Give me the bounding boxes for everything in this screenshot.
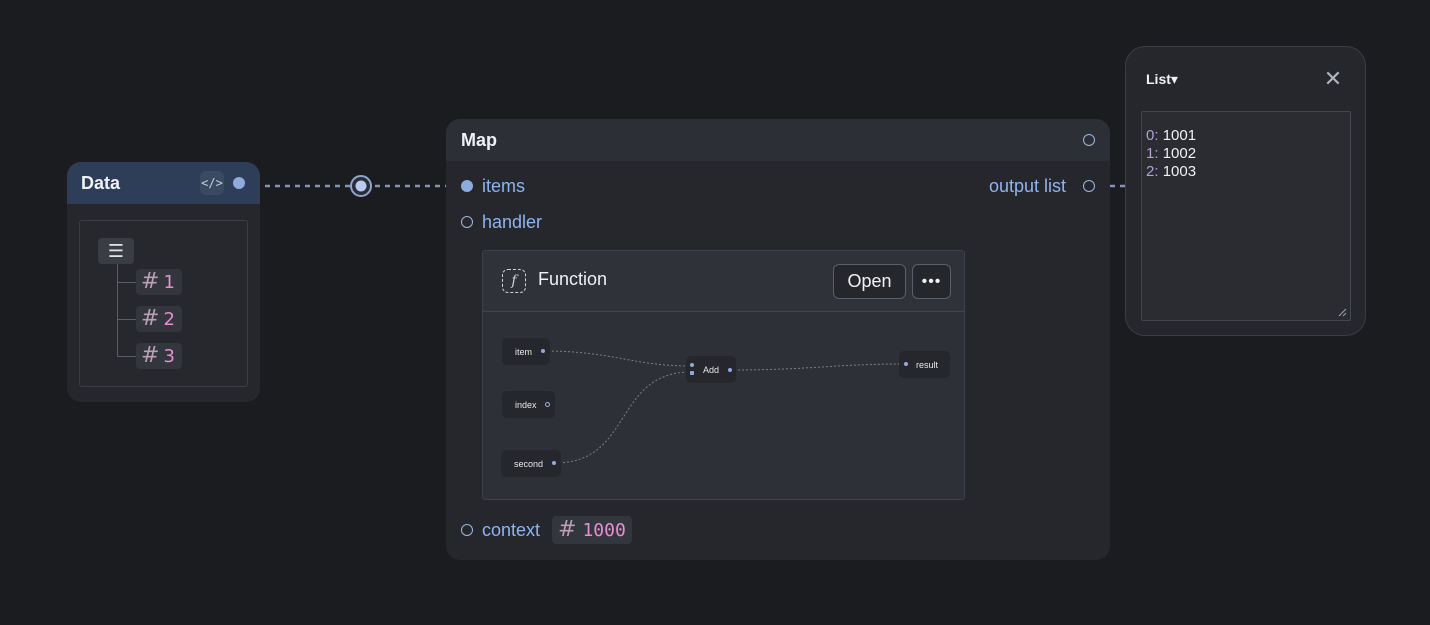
- data-node-header[interactable]: Data </>: [67, 162, 260, 204]
- hash-icon: #: [558, 517, 577, 542]
- function-icon: f: [502, 269, 526, 293]
- output-list-label: output list: [989, 176, 1067, 196]
- number-item[interactable]: # 2: [136, 306, 182, 332]
- list-output-panel[interactable]: List▾ ✕ 0: 1001 1: 1002 2: 1003: [1125, 46, 1366, 336]
- list-type-dropdown[interactable]: List▾: [1146, 71, 1178, 88]
- handler-input-port[interactable]: [461, 216, 473, 228]
- number-value: 1: [163, 271, 175, 293]
- list-row: 2: 1003: [1146, 163, 1197, 180]
- graph-node-second[interactable]: second: [501, 450, 561, 477]
- hash-icon: #: [141, 269, 160, 294]
- data-node[interactable]: Data </> ☰ # 1 # 2 # 3: [67, 162, 260, 402]
- data-output-port[interactable]: [233, 177, 245, 189]
- context-input-port[interactable]: [461, 524, 473, 536]
- function-title: Function: [538, 269, 608, 289]
- list-row: 1: 1002: [1146, 145, 1197, 162]
- hash-icon: #: [141, 343, 160, 368]
- context-label: context: [482, 520, 541, 540]
- graph-node-add[interactable]: Add: [686, 356, 736, 383]
- wire-reroute-node: [350, 175, 372, 197]
- data-tree: ☰ # 1 # 2 # 3: [79, 220, 248, 387]
- graph-node-index[interactable]: index: [502, 391, 555, 418]
- open-button[interactable]: Open: [833, 264, 906, 299]
- graph-node-item[interactable]: item: [502, 338, 550, 365]
- data-node-title: Data: [81, 172, 121, 193]
- hash-icon: #: [141, 306, 160, 331]
- resize-handle-icon[interactable]: [1338, 308, 1347, 317]
- number-value: 3: [163, 345, 175, 367]
- handler-label: handler: [482, 212, 543, 232]
- close-icon[interactable]: ✕: [1321, 66, 1345, 91]
- list-icon[interactable]: ☰: [98, 238, 134, 264]
- number-item[interactable]: # 3: [136, 343, 182, 369]
- code-view-icon[interactable]: </>: [200, 171, 224, 195]
- context-value-chip[interactable]: # 1000: [552, 516, 632, 544]
- context-value: 1000: [582, 519, 626, 541]
- tree-line: [117, 264, 118, 356]
- number-value: 2: [163, 308, 175, 330]
- more-options-button[interactable]: •••: [912, 264, 951, 299]
- items-label: items: [482, 176, 526, 196]
- map-node[interactable]: Map items handler output list f Function…: [446, 119, 1110, 560]
- function-header: f Function Open •••: [483, 251, 964, 312]
- output-list-port[interactable]: [1083, 180, 1095, 192]
- list-values-textarea[interactable]: 0: 1001 1: 1002 2: 1003: [1141, 111, 1351, 321]
- map-node-header[interactable]: Map: [446, 119, 1110, 161]
- items-input-port[interactable]: [461, 180, 473, 192]
- map-node-title: Map: [461, 129, 497, 150]
- function-graph[interactable]: item index second Add result: [483, 313, 964, 499]
- number-item[interactable]: # 1: [136, 269, 182, 295]
- function-panel[interactable]: f Function Open ••• item index second Ad…: [482, 250, 965, 500]
- graph-node-result[interactable]: result: [899, 351, 950, 378]
- list-row: 0: 1001: [1146, 127, 1197, 144]
- map-header-port[interactable]: [1083, 134, 1095, 146]
